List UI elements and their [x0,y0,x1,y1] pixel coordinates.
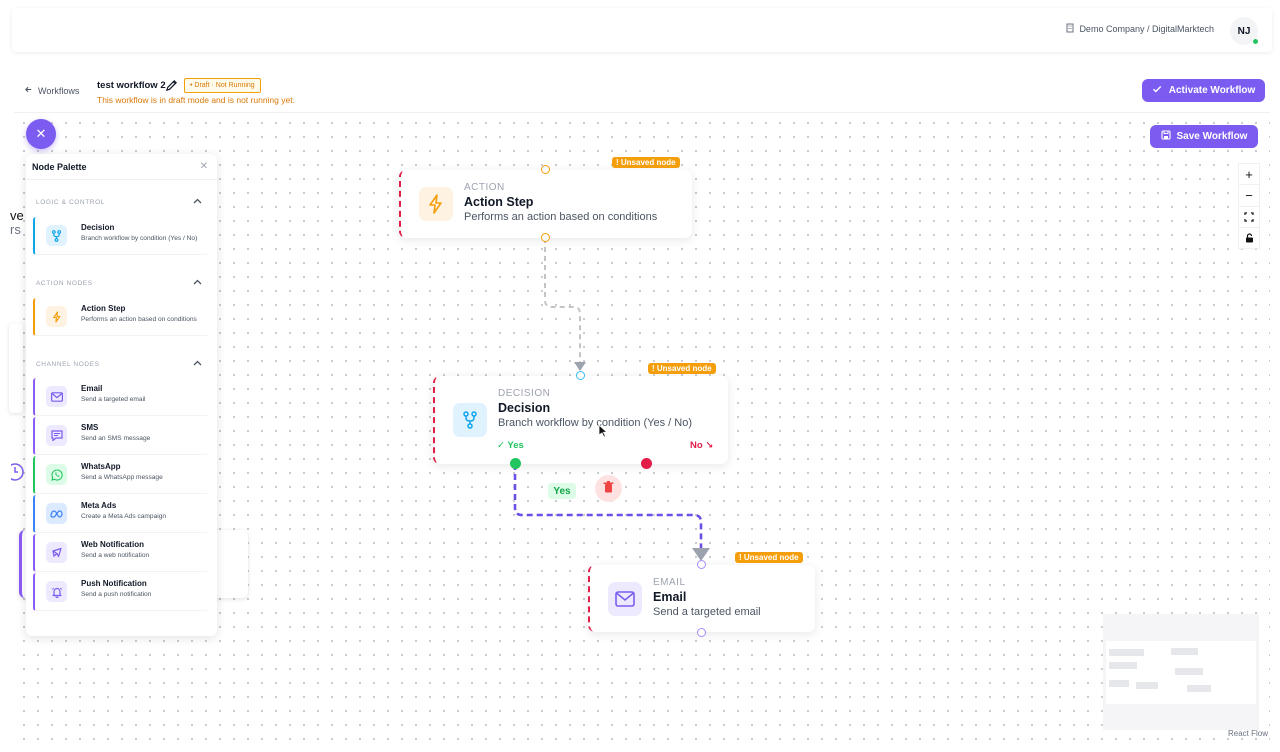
message-icon [46,425,67,446]
mail-icon [46,386,67,407]
unsaved-node-badge: ! Unsaved node [735,552,803,563]
minimap-node [1187,685,1211,692]
save-workflow-button[interactable]: Save Workflow [1150,125,1258,148]
bell-icon [46,581,67,602]
minimap-node [1171,648,1198,655]
section-logic-control: LOGIC & CONTROL [36,199,105,206]
node-title: Decision [498,401,551,415]
palette-item-whatsapp[interactable]: WhatsApp Send a WhatsApp message [33,456,208,494]
node-description: Performs an action based on conditions [464,211,658,223]
node-description: Branch workflow by condition (Yes / No) [498,417,693,429]
palette-item-description: Send a push notification [81,591,152,598]
edge-arrow-decision [574,362,586,371]
palette-item-web-notification[interactable]: Web Notification Send a web notification [33,534,208,572]
palette-item-description: Send a targeted email [81,396,146,403]
mouse-cursor [598,424,608,438]
plus-icon[interactable]: + [1239,164,1259,186]
node-type: EMAIL [653,577,686,588]
save-label: Save Workflow [1176,131,1248,142]
unsaved-node-badge: ! Unsaved node [612,157,680,168]
chevron-up-icon[interactable] [193,277,202,288]
palette-item-description: Branch workflow by condition (Yes / No) [81,235,198,242]
fit-view-icon[interactable] [1239,207,1259,228]
chevron-up-icon[interactable] [193,358,202,369]
palette-item-action-step[interactable]: Action Step Performs an action based on … [33,298,208,336]
minimap-node [1109,680,1129,687]
lightning-icon [419,187,453,221]
close-icon[interactable]: ✕ [200,161,208,172]
palette-divider [26,179,217,180]
no-output-handle[interactable] [641,458,652,469]
node-type: ACTION [464,182,505,193]
minus-icon[interactable]: − [1239,185,1259,207]
section-action-nodes: ACTION NODES [36,280,93,287]
lightning-icon [46,306,67,327]
palette-item-name: Action Step [81,304,126,313]
branch-icon [46,225,67,246]
node-title: Action Step [464,195,534,209]
email-node[interactable]: EMAIL Email Send a targeted email [588,565,815,632]
output-handle[interactable] [697,628,706,637]
input-handle[interactable] [541,165,550,174]
palette-item-name: Meta Ads [81,501,117,510]
node-palette: Node Palette ✕ LOGIC & CONTROL Decision … [26,154,217,636]
palette-item-email[interactable]: Email Send a targeted email [33,378,208,416]
node-title: Email [653,590,687,604]
minimap-node [1175,668,1203,675]
edge-label-yes[interactable]: Yes [548,483,576,499]
node-description: Send a targeted email [653,606,761,618]
palette-item-name: Decision [81,223,115,232]
delete-edge-button[interactable] [595,475,622,502]
minimap[interactable] [1103,614,1259,730]
palette-item-description: Performs an action based on conditions [81,316,197,323]
node-type: DECISION [498,388,551,399]
branch-icon [453,403,487,437]
palette-item-name: SMS [81,423,99,432]
action-step-node[interactable]: ACTION Action Step Performs an action ba… [399,170,692,238]
no-branch-label: No ↘ [690,440,714,451]
react-flow-attribution[interactable]: React Flow [1228,729,1268,738]
palette-item-name: Push Notification [81,579,147,588]
palette-item-name: Email [81,384,103,393]
minimap-node [1109,662,1137,669]
unsaved-node-badge: ! Unsaved node [648,363,716,374]
whatsapp-icon [46,464,67,485]
zoom-controls: + − [1238,163,1260,249]
palette-item-name: Web Notification [81,540,144,549]
palette-item-push-notification[interactable]: Push Notification Send a push notificati… [33,573,208,611]
minimap-node [1136,682,1158,689]
palette-title: Node Palette [32,162,87,172]
decision-node[interactable]: DECISION Decision Branch workflow by con… [433,376,728,464]
close-icon: ✕ [35,126,47,141]
palette-item-sms[interactable]: SMS Send an SMS message [33,417,208,455]
minimap-node [1109,649,1144,656]
web-notification-icon [46,542,67,563]
edge-action-to-decision [544,238,581,364]
palette-item-description: Send a WhatsApp message [81,474,163,481]
palette-item-meta-ads[interactable]: Meta Ads Create a Meta Ads campaign [33,495,208,533]
mail-icon [608,582,642,616]
section-channel-nodes: CHANNEL NODES [36,361,100,368]
input-handle[interactable] [697,560,706,569]
output-handle[interactable] [541,233,550,242]
palette-item-description: Send an SMS message [81,435,151,442]
chevron-up-icon[interactable] [193,196,202,207]
palette-item-description: Create a Meta Ads campaign [81,513,167,520]
lock-icon[interactable] [1239,228,1259,248]
trash-icon [603,480,614,498]
palette-item-description: Send a web notification [81,552,150,559]
yes-branch-label: ✓ Yes [497,440,524,451]
close-palette-button[interactable]: ✕ [26,119,56,149]
save-icon [1160,130,1171,143]
yes-output-handle[interactable] [510,458,521,469]
palette-item-decision[interactable]: Decision Branch workflow by condition (Y… [33,217,208,255]
input-handle[interactable] [576,371,585,380]
meta-icon [46,503,67,524]
palette-item-name: WhatsApp [81,462,121,471]
